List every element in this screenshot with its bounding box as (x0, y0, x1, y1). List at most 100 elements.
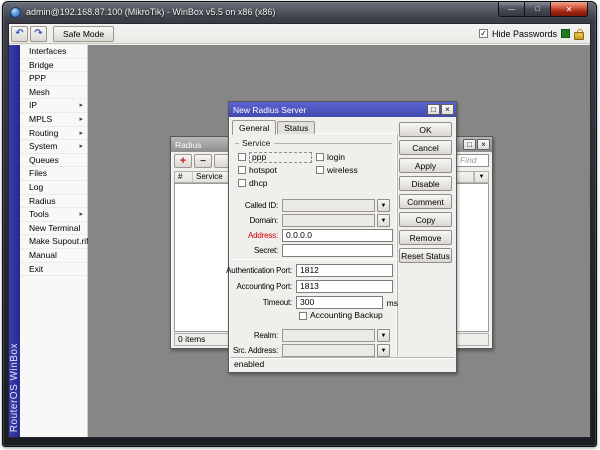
redo-button[interactable]: ↷ (30, 26, 47, 42)
field-label-text: Accounting Port: (237, 282, 293, 291)
sidebar-item-label: Interfaces (29, 46, 66, 56)
sidebar-item-label: IP (29, 100, 37, 110)
sidebar-item-new-terminal[interactable]: New Terminal (20, 222, 87, 236)
combo-dropdown-button[interactable]: ▼ (377, 344, 390, 357)
checkbox-login[interactable]: login (316, 152, 392, 162)
undo-button[interactable]: ↶ (11, 26, 28, 42)
minimize-button[interactable]: — (498, 2, 525, 17)
field-label: Realm: (233, 331, 278, 340)
service-groupbox: Service ppphotspotdhcp loginwireless (235, 138, 392, 191)
field-row-domain: Domain: ▼ (233, 214, 398, 227)
combo-field-src-address[interactable] (282, 344, 375, 357)
checkbox-accounting-backup[interactable]: Accounting Backup (299, 311, 383, 321)
field-label-text: Called ID: (245, 201, 278, 210)
field-label-text: Domain: (250, 216, 278, 225)
service-col-2: login wireless (316, 152, 392, 191)
remove-button[interactable]: Remove (399, 230, 452, 245)
disable-button[interactable]: Disable (399, 176, 452, 191)
combo-dropdown-button[interactable]: ▼ (377, 214, 390, 227)
sidebar-item-manual[interactable]: Manual (20, 249, 87, 263)
sidebar-item-bridge[interactable]: Bridge (20, 59, 87, 73)
sidebar-item-label: Routing (29, 128, 58, 138)
checkbox-hotspot[interactable]: hotspot (238, 165, 316, 175)
combo-dropdown-button[interactable]: ▼ (377, 329, 390, 342)
remove-radius-server-button[interactable]: − (194, 154, 212, 168)
field-row-timeout: Timeout:300ms (233, 296, 398, 309)
ok-button[interactable]: OK (399, 122, 452, 137)
checkbox-label: wireless (327, 166, 358, 175)
sidebar-item-label: Bridge (29, 60, 54, 70)
checkbox-ppp[interactable]: ppp (238, 152, 316, 162)
maximize-button[interactable]: □ (525, 2, 551, 17)
sidebar-item-exit[interactable]: Exit (20, 263, 87, 277)
sidebar-item-tools[interactable]: Tools▸ (20, 208, 87, 222)
column-header-[interactable]: # (175, 172, 193, 182)
sidebar-item-ip[interactable]: IP▸ (20, 99, 87, 113)
sidebar-item-interfaces[interactable]: Interfaces (20, 45, 87, 59)
sidebar-menu: InterfacesBridgePPPMeshIP▸MPLS▸Routing▸S… (20, 45, 88, 437)
text-input-timeout[interactable]: 300 (296, 296, 383, 309)
text-input-accounting-port[interactable]: 1813 (296, 280, 393, 293)
main-toolbar: ↶ ↷ Safe Mode ✓ Hide Passwords (9, 24, 590, 44)
sidebar-item-queues[interactable]: Queues (20, 154, 87, 168)
close-button[interactable]: ✕ (551, 2, 588, 17)
combo-field-called-id[interactable] (282, 199, 375, 212)
combo-field-domain[interactable] (282, 214, 375, 227)
field-label-text: Timeout: (263, 298, 292, 307)
sidebar-item-label: Exit (29, 264, 43, 274)
dialog-maximize-button[interactable]: □ (427, 104, 440, 115)
submenu-arrow-icon: ▸ (79, 208, 83, 222)
sidebar-item-routing[interactable]: Routing ▸ (20, 127, 87, 141)
reset-status-button[interactable]: Reset Status (399, 248, 452, 263)
text-input-authentication-port[interactable]: 1812 (296, 264, 393, 277)
screen: admin@192.168.87.100 (MikroTik) - WinBox… (0, 0, 600, 450)
main-area: RouterOS WinBox Interfaces Bridge PPP MeshI… (9, 45, 590, 437)
combo-dropdown-button[interactable]: ▼ (377, 199, 390, 212)
sidebar-item-log[interactable]: Log (20, 181, 87, 195)
sidebar-item-label: PPP (29, 73, 46, 83)
checkbox-box (238, 166, 246, 174)
sidebar-item-mesh[interactable]: Mesh (20, 86, 87, 100)
sidebar-item-make-supout-rif[interactable]: Make Supout.rif (20, 235, 87, 249)
combo-field-realm[interactable] (282, 329, 375, 342)
safe-mode-button[interactable]: Safe Mode (53, 26, 114, 42)
service-checkboxes: ppp hotspot dhcp login wireless (235, 152, 392, 191)
sidebar-item-label: Make Supout.rif (29, 236, 89, 246)
radius-close-button[interactable]: × (477, 139, 490, 150)
cancel-button[interactable]: Cancel (399, 140, 452, 155)
field-label-text: Src. Address: (233, 346, 278, 355)
maximize-icon: □ (535, 6, 539, 13)
sidebar-item-radius[interactable]: Radius (20, 195, 87, 209)
sidebar-item-label: System (29, 141, 57, 151)
brand-text: RouterOS WinBox (9, 343, 20, 432)
comment-button[interactable]: Comment (399, 194, 452, 209)
dialog-close-button[interactable]: × (441, 104, 454, 115)
sidebar-item-files[interactable]: Files (20, 167, 87, 181)
field-label: Accounting Port: (233, 282, 292, 291)
checkbox-label: Accounting Backup (310, 311, 383, 320)
app-content: ↶ ↷ Safe Mode ✓ Hide Passwords RouterOS … (8, 23, 591, 438)
copy-button[interactable]: Copy (399, 212, 452, 227)
tab-general[interactable]: General (232, 120, 276, 135)
checkbox-label: hotspot (249, 166, 277, 175)
text-input-address[interactable]: 0.0.0.0 (282, 229, 393, 242)
sidebar-item-label: Log (29, 182, 43, 192)
sidebar-item-mpls[interactable]: MPLS▸ (20, 113, 87, 127)
submenu-arrow-icon: ▸ (79, 127, 83, 141)
add-radius-server-button[interactable]: + (174, 154, 192, 168)
text-input-secret[interactable] (282, 244, 393, 257)
column-dropdown-button[interactable]: ▼ (474, 172, 488, 182)
sidebar-item-system[interactable]: System▸ (20, 140, 87, 154)
sidebar-item-ppp[interactable]: PPP (20, 72, 87, 86)
checkbox-box (238, 179, 246, 187)
apply-button[interactable]: Apply (399, 158, 452, 173)
radius-maximize-button[interactable]: □ (463, 139, 476, 150)
hide-passwords-label: Hide Passwords (492, 29, 557, 39)
dialog-titlebar[interactable]: New Radius Server □ × (229, 102, 456, 117)
tab-status[interactable]: Status (277, 121, 315, 134)
checkbox-wireless[interactable]: wireless (316, 165, 392, 175)
find-input[interactable]: Find (456, 154, 489, 167)
hide-passwords-checkbox[interactable]: ✓ (479, 29, 488, 38)
field-label: Secret: (233, 246, 278, 255)
checkbox-dhcp[interactable]: dhcp (238, 178, 316, 188)
